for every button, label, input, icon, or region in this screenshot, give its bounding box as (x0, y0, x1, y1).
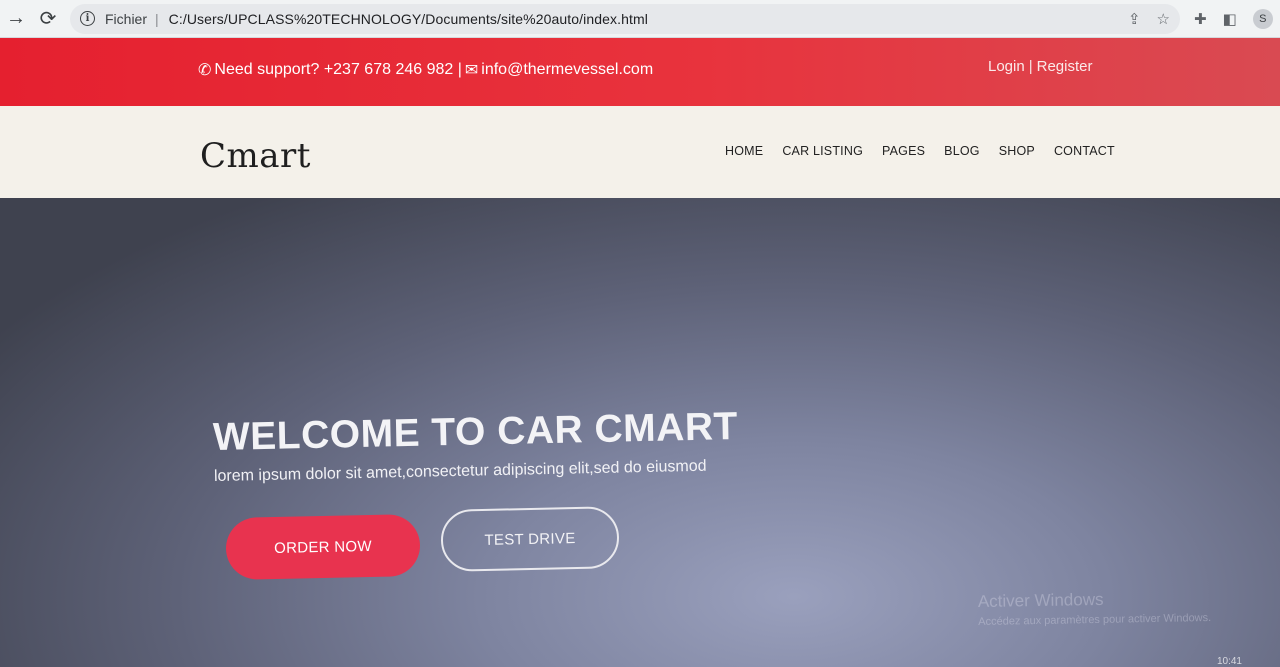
nav-home[interactable]: HOME (725, 144, 763, 158)
forward-arrow-icon[interactable]: → (2, 5, 30, 33)
profile-avatar[interactable]: S (1252, 8, 1273, 29)
share-icon[interactable]: ⇪ (1128, 10, 1141, 28)
site-header: Cmart HOME CAR LISTING PAGES BLOG SHOP C… (0, 106, 1280, 198)
nav-contact[interactable]: CONTACT (1054, 144, 1115, 158)
windows-activation-watermark: Activer Windows Accédez aux paramètres p… (978, 588, 1212, 628)
order-now-button[interactable]: ORDER NOW (225, 513, 421, 581)
main-nav: HOME CAR LISTING PAGES BLOG SHOP CONTACT (725, 144, 1115, 158)
side-panel-icon[interactable]: ◧ (1223, 10, 1237, 28)
activate-title: Activer Windows (977, 589, 1104, 612)
test-drive-button[interactable]: TEST DRIVE (440, 506, 620, 572)
scheme-label: Fichier (105, 10, 148, 27)
nav-pages[interactable]: PAGES (882, 144, 925, 158)
mail-icon: ✉ (464, 62, 479, 79)
register-link[interactable]: Register (1037, 58, 1093, 75)
bookmark-star-icon[interactable]: ☆ (1157, 10, 1170, 28)
url-text[interactable]: C:/Users/UPCLASS%20TECHNOLOGY/Documents/… (169, 11, 648, 27)
reload-icon[interactable]: ⟳ (34, 5, 62, 33)
hero-section: WELCOME TO CAR CMART lorem ipsum dolor s… (0, 198, 1280, 667)
nav-shop[interactable]: SHOP (999, 144, 1035, 158)
support-info: ✆ Need support? +237 678 246 982 | ✉ inf… (198, 60, 653, 80)
site-logo[interactable]: Cmart (200, 136, 311, 176)
info-icon[interactable]: i (80, 11, 95, 26)
address-bar[interactable]: i Fichier | C:/Users/UPCLASS%20TECHNOLOG… (70, 3, 1180, 34)
support-bar: ✆ Need support? +237 678 246 982 | ✉ inf… (0, 38, 1280, 106)
auth-links: Login | Register (988, 58, 1092, 75)
support-phone-text: Need support? +237 678 246 982 | (214, 61, 462, 78)
phone-icon: ✆ (198, 62, 212, 79)
activate-subtitle: Accédez aux paramètres pour activer Wind… (978, 611, 1212, 629)
hero-subtitle: lorem ipsum dolor sit amet,consectetur a… (213, 457, 707, 485)
support-email[interactable]: info@thermevessel.com (481, 61, 653, 79)
extensions-puzzle-icon[interactable]: ✚ (1194, 10, 1207, 28)
login-link[interactable]: Login (988, 58, 1025, 75)
auth-separator: | (1028, 58, 1033, 75)
browser-toolbar: → ⟳ i Fichier | C:/Users/UPCLASS%20TECHN… (0, 0, 1280, 38)
nav-blog[interactable]: BLOG (944, 144, 980, 158)
address-separator: | (155, 10, 159, 27)
taskbar-clock: 10:41 (1216, 656, 1242, 667)
nav-car-listing[interactable]: CAR LISTING (782, 144, 863, 158)
hero-title: WELCOME TO CAR CMART (212, 405, 739, 459)
